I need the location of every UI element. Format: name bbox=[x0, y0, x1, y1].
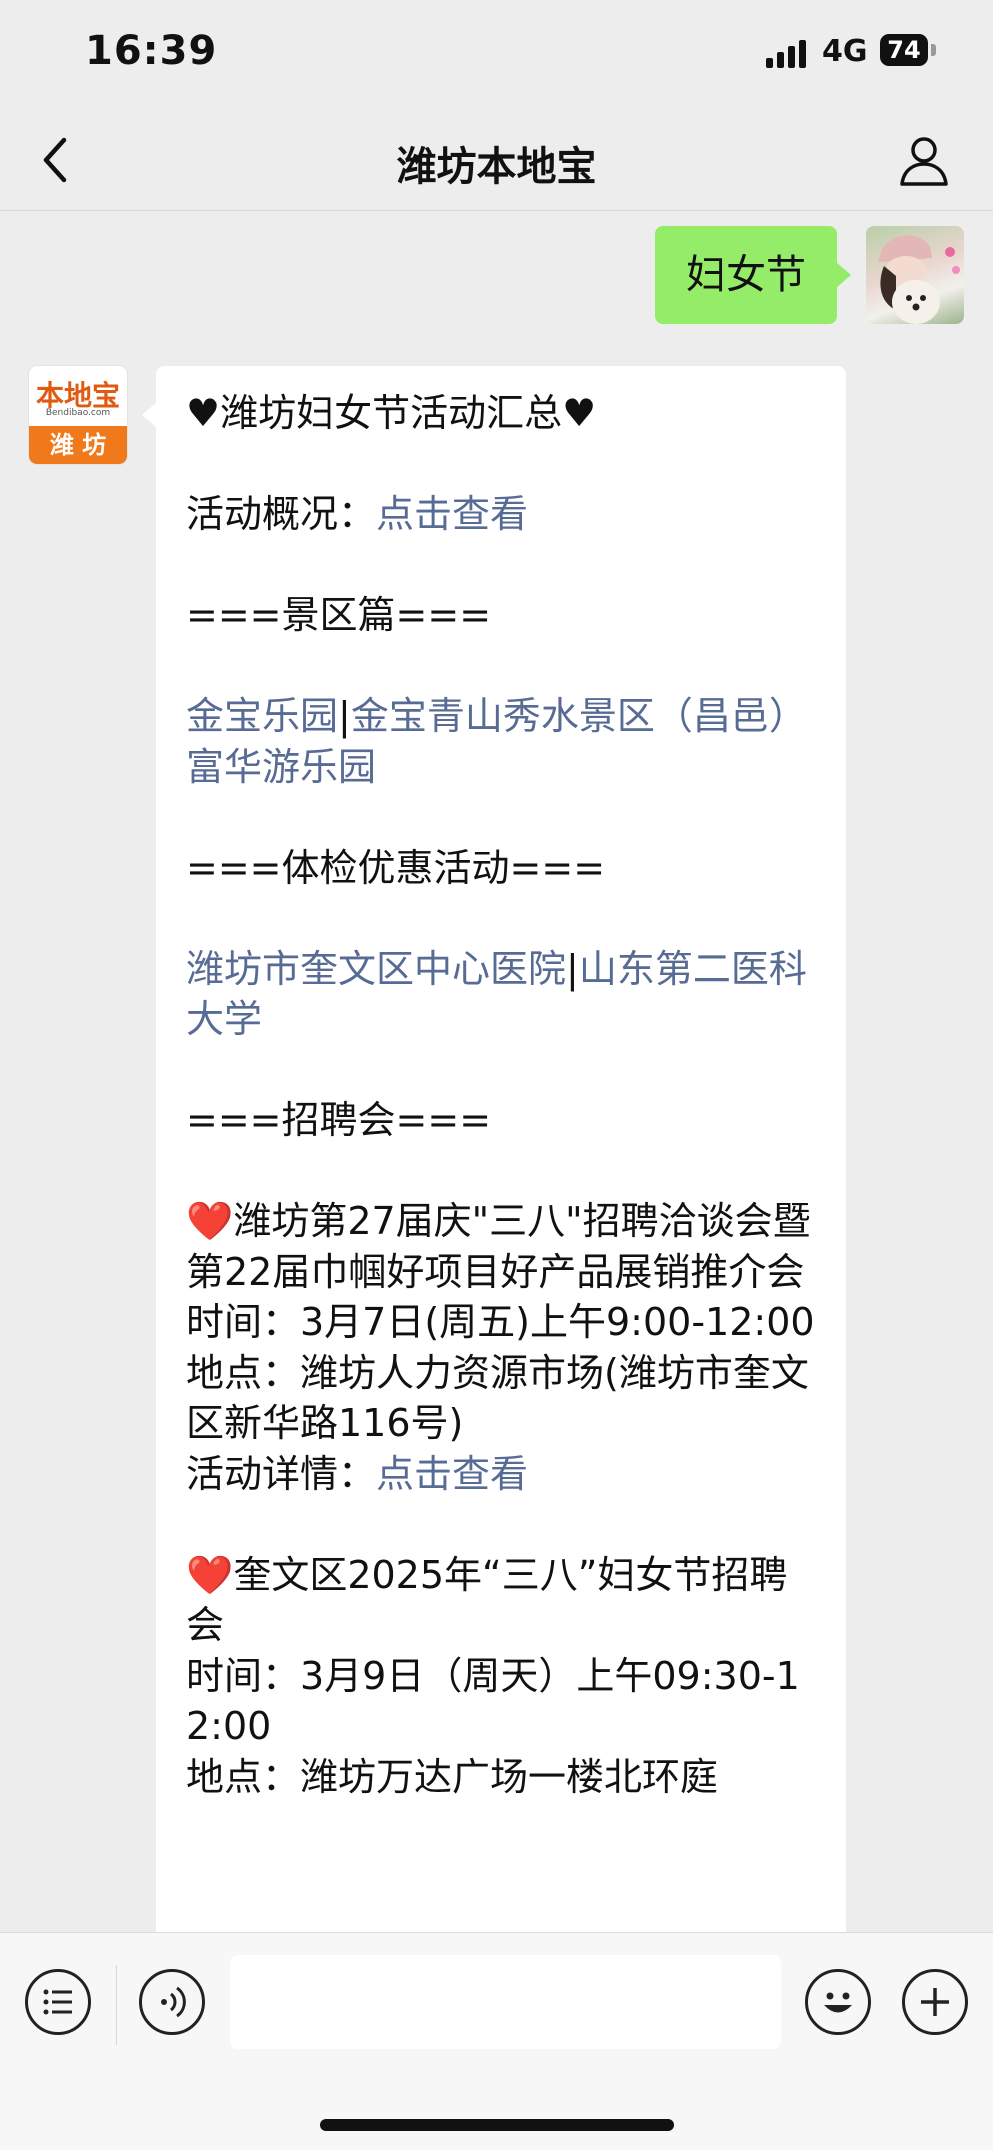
article-line: 潍坊市奎文区中心医院|山东第二医科大学 bbox=[186, 944, 816, 1045]
article-line bbox=[186, 1146, 816, 1197]
logo-text-bottom: 潍 坊 bbox=[29, 426, 127, 464]
network-label: 4G bbox=[822, 34, 868, 69]
line-text bbox=[186, 1502, 198, 1546]
article-line bbox=[186, 641, 816, 692]
article-line: 地点：潍坊万达广场一楼北环庭 bbox=[186, 1752, 816, 1803]
line-text: ===招聘会=== bbox=[186, 1098, 492, 1142]
line-text: 时间：3月7日(周五)上午9:00-12:00 bbox=[186, 1300, 815, 1344]
page-title: 潍坊本地宝 bbox=[396, 144, 597, 190]
message-input[interactable] bbox=[230, 1955, 781, 2049]
line-text bbox=[186, 795, 198, 839]
bot-message-bubble: ♥潍坊妇女节活动汇总♥ 活动概况：点击查看 ===景区篇=== 金宝乐园|金宝青… bbox=[142, 366, 846, 1966]
account-avatar[interactable]: 本地宝 Bendibao.com 潍 坊 bbox=[29, 366, 127, 464]
plus-icon[interactable] bbox=[902, 1969, 968, 2035]
line-text bbox=[186, 543, 198, 587]
article-link[interactable]: 金宝乐园 bbox=[186, 694, 338, 738]
line-text: 地点：潍坊人力资源市场(潍坊市奎文区新华路116号) bbox=[186, 1350, 809, 1446]
article-line bbox=[186, 439, 816, 490]
battery-tip bbox=[931, 44, 936, 56]
nav-bar: 潍坊本地宝 bbox=[0, 110, 993, 211]
article-line: ❤️潍坊第27届庆"三八"招聘洽谈会暨第22届巾帼好项目好产品展销推介会 bbox=[186, 1196, 816, 1297]
article-line: 金宝乐园|金宝青山秀水景区（昌邑） bbox=[186, 691, 816, 742]
article-line bbox=[186, 1045, 816, 1096]
line-text bbox=[186, 1048, 198, 1092]
line-text: ♥潍坊妇女节活动汇总♥ bbox=[186, 391, 597, 435]
article-line: 富华游乐园 bbox=[186, 742, 816, 793]
detail-link[interactable]: 点击查看 bbox=[376, 1452, 528, 1496]
line-text: 活动详情： bbox=[186, 1451, 377, 1496]
menu-list-icon[interactable] bbox=[25, 1969, 91, 2035]
logo-text-url: Bendibao.com bbox=[45, 408, 111, 418]
voice-icon[interactable] bbox=[139, 1969, 205, 2035]
toolbar-divider bbox=[116, 1965, 117, 2045]
emoji-icon[interactable] bbox=[805, 1969, 871, 2035]
line-text: 地点：潍坊万达广场一楼北环庭 bbox=[186, 1754, 719, 1799]
article-line: ♥潍坊妇女节活动汇总♥ bbox=[186, 388, 816, 439]
article-line: 时间：3月7日(周五)上午9:00-12:00 bbox=[186, 1297, 816, 1348]
user-message-bubble[interactable]: 妇女节 bbox=[655, 226, 851, 324]
line-text: ❤️奎文区2025年“三八”妇女节招聘会 bbox=[186, 1552, 788, 1648]
link-separator: | bbox=[338, 694, 351, 738]
article-line bbox=[186, 540, 816, 591]
article-line: 活动详情：点击查看 bbox=[186, 1449, 816, 1500]
article-line: 地点：潍坊人力资源市场(潍坊市奎文区新华路116号) bbox=[186, 1348, 816, 1449]
profile-icon[interactable] bbox=[896, 132, 952, 188]
article-line: ===体检优惠活动=== bbox=[186, 843, 816, 894]
line-text bbox=[186, 442, 198, 486]
article-line bbox=[186, 1499, 816, 1550]
battery-icon: 74 bbox=[880, 34, 928, 66]
article-link[interactable]: 潍坊市奎文区中心医院 bbox=[186, 947, 566, 991]
signal-icon bbox=[766, 40, 808, 68]
article-line: ===招聘会=== bbox=[186, 1095, 816, 1146]
link-separator: | bbox=[566, 946, 579, 991]
line-text: ===景区篇=== bbox=[186, 593, 492, 637]
article-line: 活动概况：点击查看 bbox=[186, 489, 816, 540]
article-line: ===景区篇=== bbox=[186, 590, 816, 641]
line-text: ❤️潍坊第27届庆"三八"招聘洽谈会暨第22届巾帼好项目好产品展销推介会 bbox=[186, 1199, 811, 1294]
line-text: 活动概况： bbox=[186, 492, 377, 536]
line-text bbox=[186, 644, 198, 688]
article-link[interactable]: 金宝青山秀水景区（昌邑） bbox=[351, 694, 807, 738]
status-time: 16:39 bbox=[85, 28, 218, 74]
line-text: 时间：3月9日（周天）上午09:30-12:00 bbox=[186, 1653, 800, 1749]
line-text bbox=[186, 1149, 198, 1193]
status-bar: 16:39 4G 74 bbox=[0, 0, 993, 110]
article-text: ♥潍坊妇女节活动汇总♥ 活动概况：点击查看 ===景区篇=== 金宝乐园|金宝青… bbox=[186, 388, 816, 1802]
article-line bbox=[186, 792, 816, 843]
article-line bbox=[186, 893, 816, 944]
bottom-toolbar bbox=[0, 1932, 993, 2150]
user-avatar[interactable] bbox=[866, 226, 964, 324]
article-line: ❤️奎文区2025年“三八”妇女节招聘会 bbox=[186, 1550, 816, 1651]
home-indicator bbox=[320, 2119, 674, 2131]
article-line: 时间：3月9日（周天）上午09:30-12:00 bbox=[186, 1651, 816, 1752]
article-link[interactable]: 富华游乐园 bbox=[186, 745, 376, 789]
line-text: ===体检优惠活动=== bbox=[186, 845, 606, 890]
detail-link[interactable]: 点击查看 bbox=[376, 492, 528, 536]
line-text bbox=[186, 896, 198, 940]
